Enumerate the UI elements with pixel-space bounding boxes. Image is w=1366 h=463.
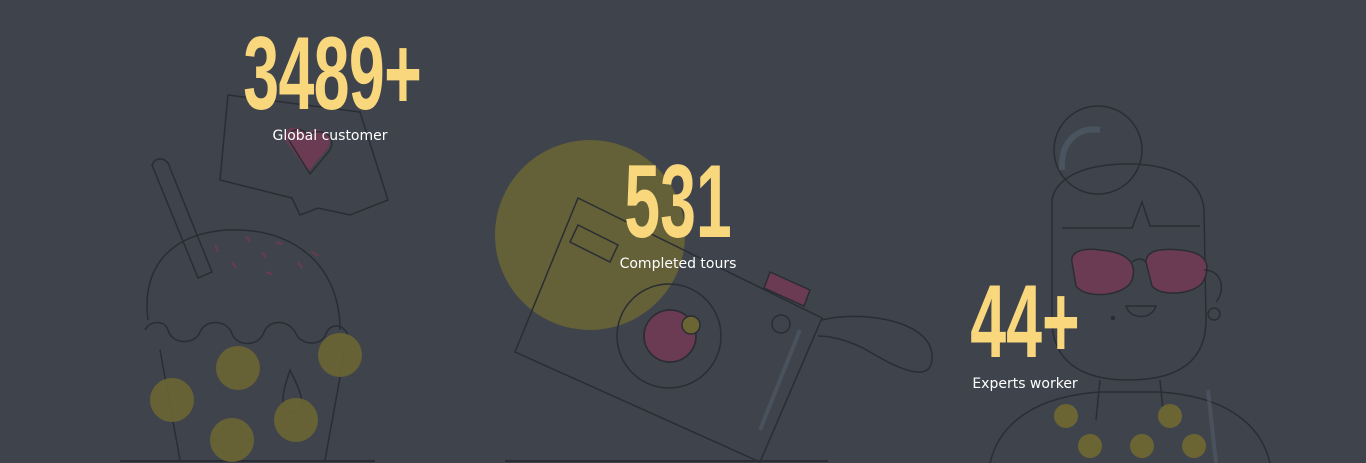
stat-number: 3489+ <box>243 16 422 132</box>
stat-experts-worker: 44+ Experts worker <box>930 270 1120 392</box>
stat-completed-tours: 531 Completed tours <box>560 150 796 272</box>
stat-number: 531 <box>624 144 732 260</box>
stat-global-customer: 3489+ Global customer <box>190 22 470 144</box>
stat-number: 44+ <box>970 264 1080 380</box>
